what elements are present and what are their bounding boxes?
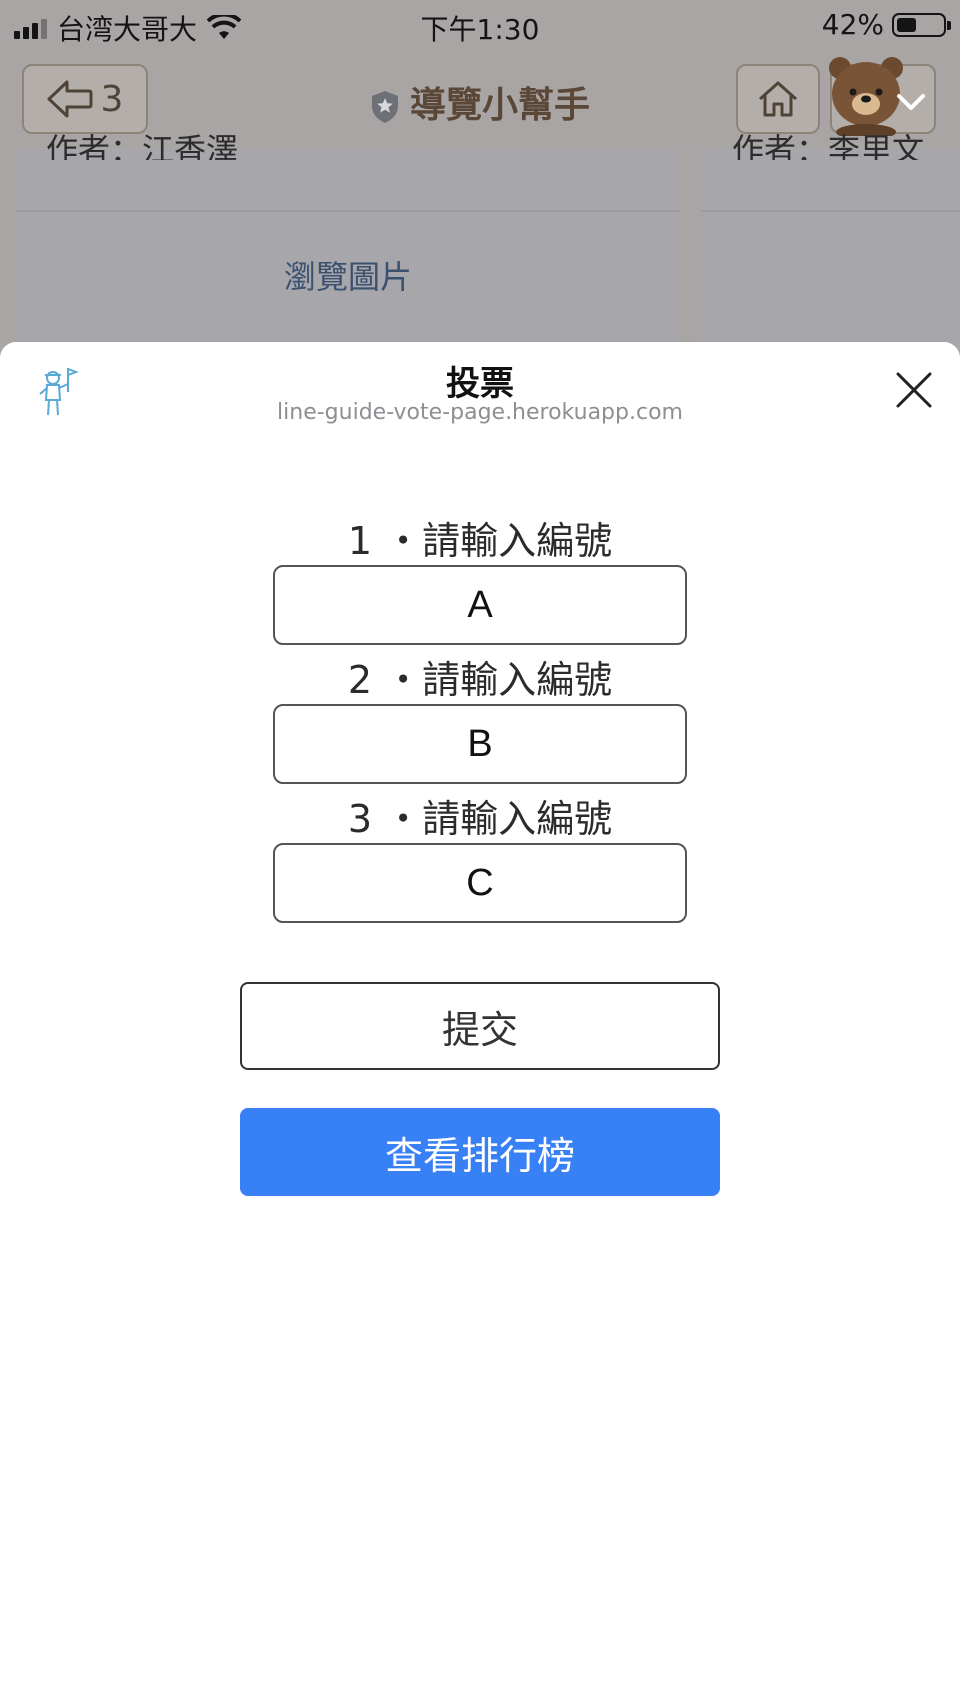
home-button[interactable] <box>736 64 820 134</box>
battery-percent: 42% <box>821 8 884 41</box>
field-label-2: 2 ・請輸入編號 <box>347 658 613 702</box>
field-label-1: 1 ・請輸入編號 <box>347 519 613 563</box>
status-time: 下午1:30 <box>420 13 540 46</box>
card-author: 作者：李里文 <box>732 131 925 160</box>
vote-input-1[interactable] <box>273 565 687 645</box>
card-divider <box>16 210 680 212</box>
shield-star-icon <box>371 91 398 123</box>
background-card-left: 作者：江香澤 瀏覽圖片 <box>16 131 680 368</box>
close-icon[interactable] <box>892 368 936 412</box>
home-icon <box>759 81 797 117</box>
sheet-title: 投票 <box>446 364 514 404</box>
view-ranking-button[interactable]: 查看排行榜 <box>240 1108 720 1196</box>
submit-button[interactable]: 提交 <box>240 982 720 1070</box>
browse-images-link[interactable]: 瀏覽圖片 <box>16 252 680 298</box>
card-author: 作者：江香澤 <box>46 131 239 160</box>
nav-title-text: 導覽小幫手 <box>409 85 590 126</box>
field-label-3: 3 ・請輸入編號 <box>347 797 613 841</box>
battery-icon <box>892 12 951 37</box>
background-app: 台湾大哥大 下午1:30 42% 3 導覽小幫手 作者：江香澤 瀏覽圖片 作者：… <box>0 0 960 368</box>
status-bar: 台湾大哥大 下午1:30 42% <box>0 0 960 50</box>
vote-input-3[interactable] <box>273 843 687 923</box>
sheet-url: line-guide-vote-page.herokuapp.com <box>277 400 683 425</box>
brown-bear-avatar-icon <box>829 57 903 136</box>
vote-input-2[interactable] <box>273 704 687 784</box>
card-divider <box>702 210 960 212</box>
background-card-right: 作者：李里文 <box>702 131 960 368</box>
chevron-down-icon <box>897 94 925 110</box>
